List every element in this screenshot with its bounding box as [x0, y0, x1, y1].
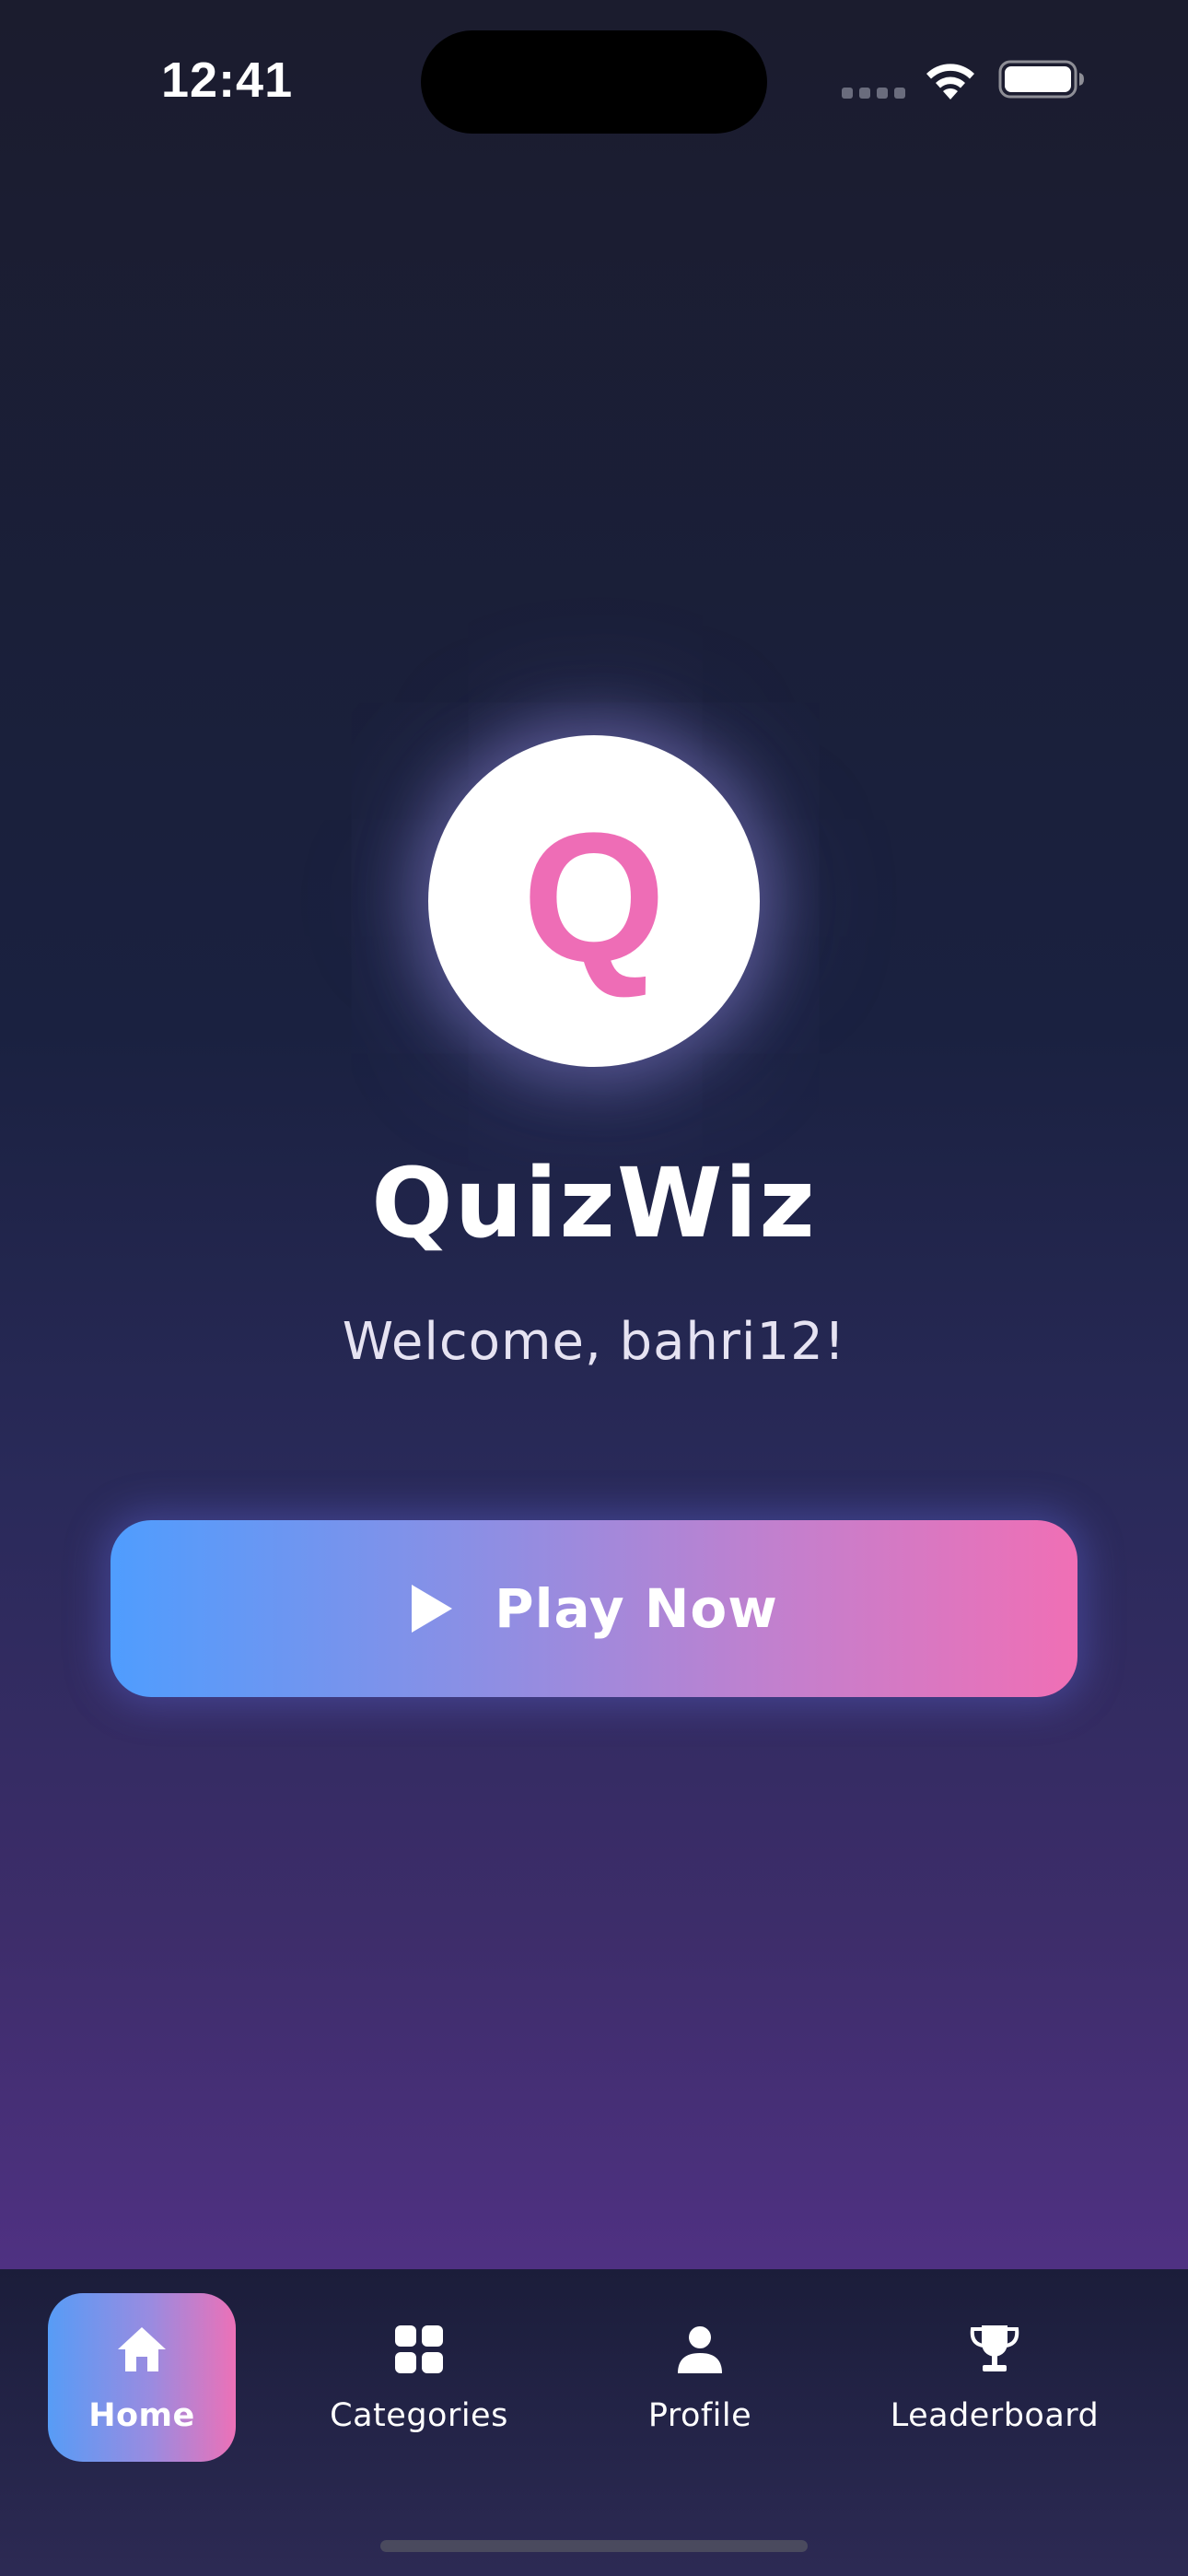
cellular-signal-icon: [842, 88, 905, 99]
bottom-navigation: Home Categories Profile Leaderboard: [0, 2269, 1188, 2576]
app-logo: Q: [428, 735, 760, 1067]
status-time: 12:41: [161, 53, 294, 108]
status-bar: 12:41: [0, 0, 1188, 157]
trophy-icon: [970, 2324, 1019, 2371]
nav-label-profile: Profile: [647, 2396, 752, 2434]
nav-item-categories[interactable]: Categories: [318, 2293, 520, 2462]
nav-item-home[interactable]: Home: [48, 2293, 236, 2462]
nav-item-profile[interactable]: Profile: [608, 2293, 792, 2462]
welcome-message: Welcome, bahri12!: [342, 1312, 846, 1372]
nav-label-categories: Categories: [330, 2396, 508, 2434]
person-icon: [678, 2325, 722, 2373]
dynamic-island: [421, 30, 767, 134]
home-icon: [118, 2326, 166, 2371]
play-icon: [412, 1585, 453, 1633]
logo-letter: Q: [522, 795, 666, 1001]
nav-item-leaderboard[interactable]: Leaderboard: [875, 2293, 1114, 2462]
home-indicator[interactable]: [380, 2540, 808, 2552]
play-now-label: Play Now: [495, 1577, 778, 1640]
battery-icon: [998, 60, 1084, 99]
play-now-button[interactable]: Play Now: [111, 1520, 1077, 1697]
grid-icon: [395, 2324, 443, 2373]
app-title: QuizWiz: [371, 1147, 817, 1259]
nav-label-leaderboard: Leaderboard: [890, 2396, 1100, 2434]
nav-label-home: Home: [88, 2396, 195, 2434]
wifi-icon: [926, 64, 974, 100]
